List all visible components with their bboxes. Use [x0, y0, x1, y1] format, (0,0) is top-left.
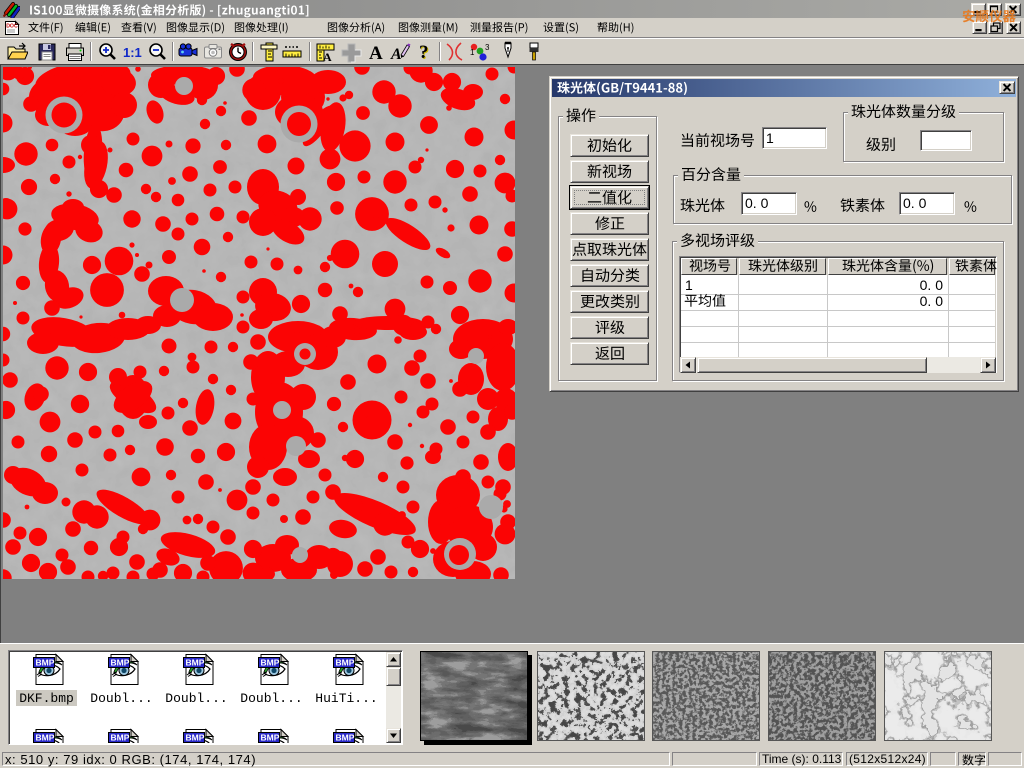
svg-text:1:1: 1:1 — [123, 45, 142, 60]
svg-text:BMP: BMP — [186, 733, 205, 743]
svg-text:BMP: BMP — [336, 658, 355, 668]
svg-text:3: 3 — [485, 43, 490, 52]
svg-text:BMP: BMP — [111, 733, 130, 743]
svg-text:?: ? — [419, 42, 429, 63]
svg-text:BMP: BMP — [186, 658, 205, 668]
svg-text:BMP: BMP — [336, 733, 355, 743]
svg-text:A: A — [323, 50, 332, 63]
svg-text:BMP: BMP — [36, 733, 55, 743]
svg-text:BMP: BMP — [261, 658, 280, 668]
svg-text:A: A — [390, 46, 402, 63]
svg-text:1: 1 — [470, 48, 475, 57]
svg-text:A: A — [369, 43, 383, 63]
svg-text:BMP: BMP — [261, 733, 280, 743]
svg-text:DOC: DOC — [6, 24, 18, 30]
svg-text:BMP: BMP — [111, 658, 130, 668]
svg-text:BMP: BMP — [36, 658, 55, 668]
